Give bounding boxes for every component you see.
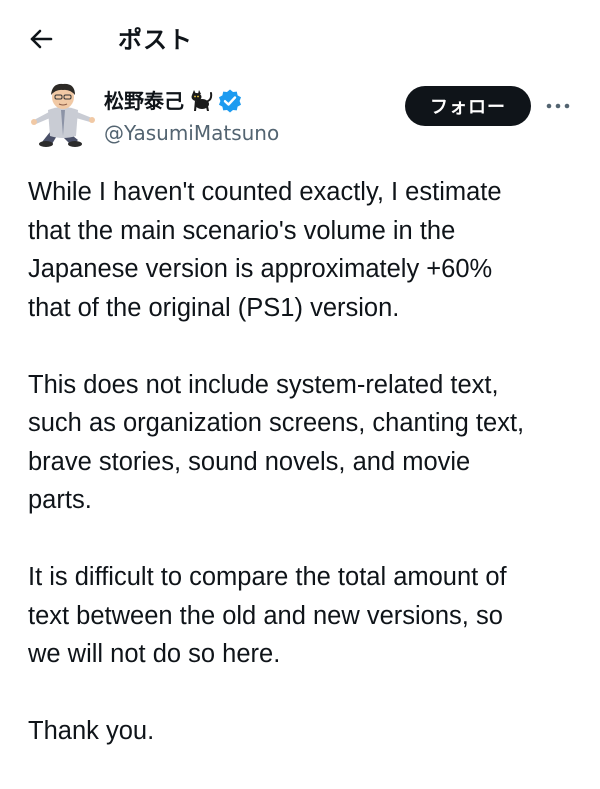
- black-cat-icon: [191, 90, 213, 111]
- follow-button[interactable]: フォロー: [405, 86, 531, 126]
- avatar[interactable]: [30, 80, 96, 148]
- author-row: 松野泰己 @YasumiMatsuno フォロー: [0, 78, 600, 158]
- post-text: While I haven't counted exactly, I estim…: [28, 173, 584, 789]
- post-paragraph: It is difficult to compare the total amo…: [28, 563, 507, 668]
- name-row: 松野泰己: [104, 86, 243, 116]
- post-paragraph: This does not include system-related tex…: [28, 370, 525, 515]
- user-handle[interactable]: @YasumiMatsuno: [104, 119, 279, 147]
- more-options-button[interactable]: [543, 94, 573, 118]
- page-title: ポスト: [118, 26, 193, 54]
- back-button[interactable]: [26, 24, 56, 54]
- verified-badge-icon: [219, 89, 241, 113]
- post-paragraph: While I haven't counted exactly, I estim…: [28, 178, 502, 322]
- arrow-left-icon: [30, 29, 53, 49]
- post-paragraph: Thank you.: [28, 717, 155, 745]
- top-bar: ポスト: [0, 0, 600, 78]
- avatar-illustration: [31, 83, 95, 147]
- display-name[interactable]: 松野泰己: [104, 87, 184, 115]
- more-horizontal-icon: [546, 103, 570, 109]
